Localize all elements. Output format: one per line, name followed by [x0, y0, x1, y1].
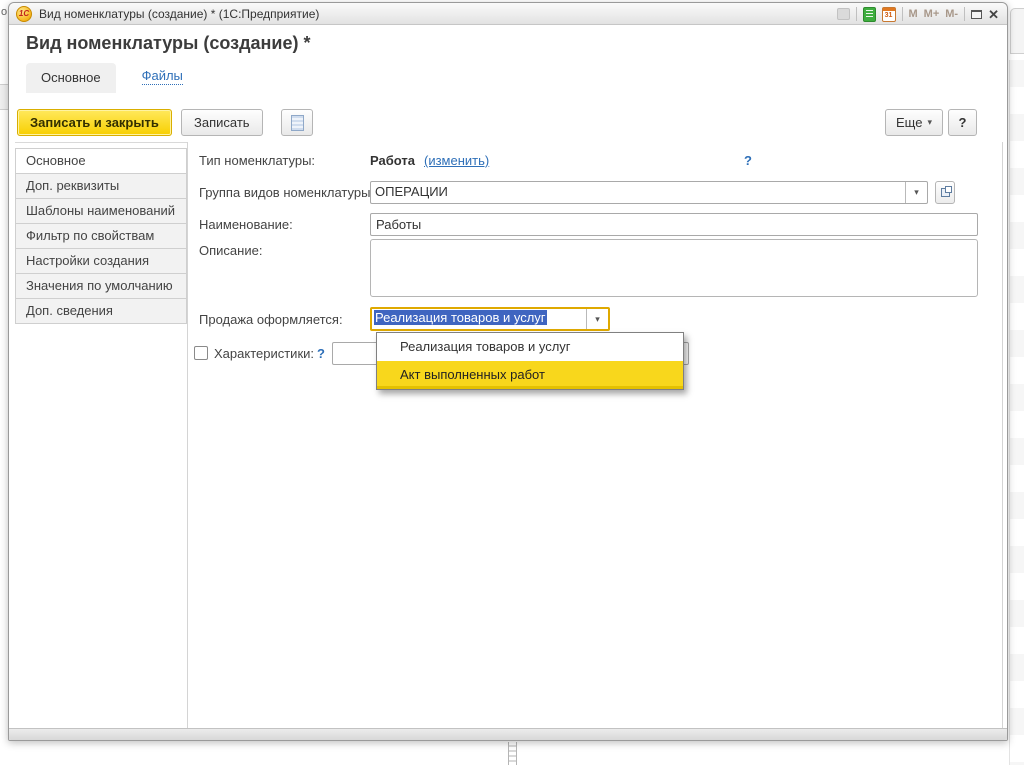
page-tabs: Основное Файлы: [26, 63, 183, 93]
window-bottom-frame: [9, 728, 1007, 740]
sale-combo-value: Реализация товаров и услуг: [374, 310, 582, 325]
type-change-link[interactable]: (изменить): [424, 153, 489, 168]
group-combo-value: ОПЕРАЦИИ: [375, 184, 901, 199]
memory-m-minus-button[interactable]: M-: [945, 8, 958, 20]
group-open-button[interactable]: [935, 181, 955, 204]
description-label: Описание:: [199, 243, 262, 258]
page-title: Вид номенклатуры (создание) *: [26, 33, 311, 54]
sidebar: Основное Доп. реквизиты Шаблоны наименов…: [15, 148, 187, 324]
toolbar: Записать и закрыть Записать Еще ▾ ?: [9, 107, 1007, 141]
more-button[interactable]: Еще ▾: [885, 109, 943, 136]
type-value: Работа: [370, 153, 415, 168]
save-disk-icon[interactable]: [837, 8, 850, 20]
background-right-window-edge: [1010, 8, 1024, 54]
group-label: Группа видов номенклатуры:: [199, 185, 374, 200]
sale-selected-text: Реализация товаров и услуг: [374, 310, 547, 325]
chevron-down-icon: ▾: [927, 117, 932, 128]
titlebar-icons: 31 M M+ M- ✕: [837, 3, 1000, 25]
help-button[interactable]: ?: [948, 109, 977, 136]
memory-m-button[interactable]: M: [909, 8, 918, 20]
calendar-icon[interactable]: 31: [882, 7, 896, 22]
save-button[interactable]: Записать: [181, 109, 263, 136]
tab-osnovnoe[interactable]: Основное: [26, 63, 116, 93]
name-input[interactable]: [370, 213, 978, 236]
sidebar-item-dop-rekvizity[interactable]: Доп. реквизиты: [15, 173, 187, 199]
group-combo[interactable]: ОПЕРАЦИИ ▾: [370, 181, 928, 204]
1c-logo-icon: 1С: [16, 6, 32, 22]
open-form-icon: [941, 188, 950, 197]
dropdown-item-akt[interactable]: Акт выполненных работ: [377, 361, 683, 389]
sidebar-item-osnovnoe[interactable]: Основное: [15, 148, 187, 174]
type-label: Тип номенклатуры:: [199, 153, 315, 168]
type-help-link[interactable]: ?: [744, 153, 752, 168]
background-column-splitter[interactable]: [508, 742, 517, 765]
characteristics-help-link[interactable]: ?: [317, 346, 325, 361]
titlebar-separator: [856, 7, 857, 21]
sale-combo[interactable]: Реализация товаров и услуг ▾: [370, 307, 610, 331]
tab-files[interactable]: Файлы: [142, 68, 183, 85]
characteristics-checkbox[interactable]: [194, 346, 208, 360]
sidebar-item-filtr-po-svoystvam[interactable]: Фильтр по свойствам: [15, 223, 187, 249]
window-title: Вид номенклатуры (создание) * (1С:Предпр…: [39, 7, 319, 21]
name-label: Наименование:: [199, 217, 293, 232]
background-table-rows: [1009, 60, 1024, 765]
sidebar-item-shablony-naimenovaniy[interactable]: Шаблоны наименований: [15, 198, 187, 224]
maximize-button[interactable]: [971, 10, 982, 19]
sale-label: Продажа оформляется:: [199, 312, 343, 327]
background-stray-text: о: [1, 6, 7, 18]
sidebar-item-dop-svedeniya[interactable]: Доп. сведения: [15, 298, 187, 324]
more-button-label: Еще: [896, 115, 922, 130]
sidebar-item-znacheniya-po-umolchaniyu[interactable]: Значения по умолчанию: [15, 273, 187, 299]
titlebar-separator: [964, 7, 965, 21]
sidebar-item-nastroyki-sozdaniya[interactable]: Настройки создания: [15, 248, 187, 274]
form-panel: Тип номенклатуры: Работа (изменить) ? Гр…: [187, 142, 1003, 729]
sale-dropdown-button[interactable]: ▾: [586, 309, 608, 329]
list-icon: [291, 115, 304, 131]
group-dropdown-button[interactable]: ▾: [905, 182, 927, 203]
dialog-window: 1С Вид номенклатуры (создание) * (1С:Пре…: [8, 2, 1008, 741]
sale-dropdown-list: Реализация товаров и услуг Акт выполненн…: [376, 332, 684, 390]
close-button[interactable]: ✕: [988, 8, 999, 21]
characteristics-label: Характеристики:: [214, 346, 314, 361]
description-textarea[interactable]: [370, 239, 978, 297]
memory-m-plus-button[interactable]: M+: [924, 8, 940, 20]
calculator-icon[interactable]: [863, 7, 876, 22]
titlebar[interactable]: 1С Вид номенклатуры (создание) * (1С:Пре…: [9, 3, 1007, 25]
dropdown-item-realizaciya[interactable]: Реализация товаров и услуг: [377, 333, 683, 361]
save-close-button[interactable]: Записать и закрыть: [17, 109, 172, 136]
titlebar-separator: [902, 7, 903, 21]
list-button[interactable]: [281, 109, 313, 136]
